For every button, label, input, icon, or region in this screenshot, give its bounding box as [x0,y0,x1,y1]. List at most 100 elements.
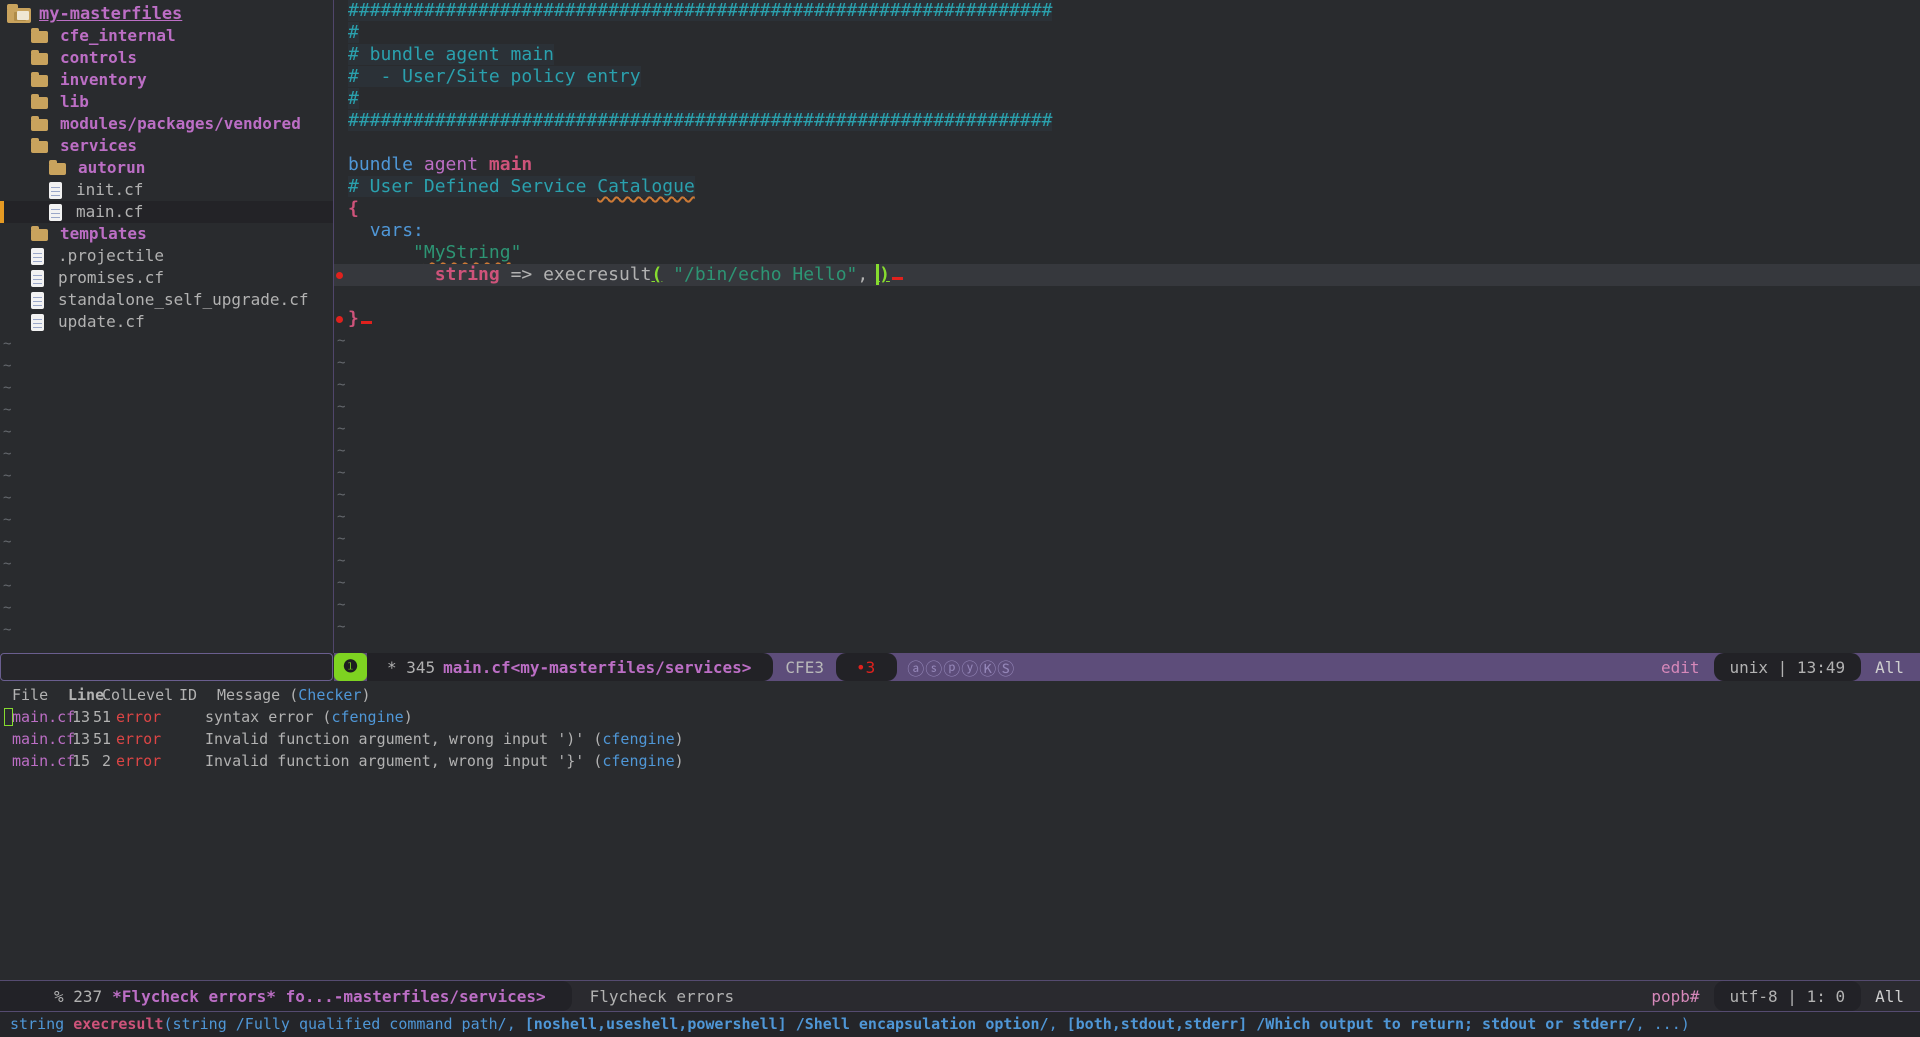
code-line-14[interactable] [334,286,1920,308]
code-token: ########################################… [348,0,1052,21]
empty-line-tilde: ~ [334,528,1920,550]
buffer-readonly-size: % 237 [54,987,102,1006]
open-folder-icon [7,8,31,23]
col-level: Level [128,684,179,706]
tree-item-label: inventory [60,69,147,91]
folder-icon [31,141,48,153]
message-text: Invalid function argument, wrong input '… [205,752,602,770]
flycheck-errors-list: FileLineColLevelIDMessage (Checker)main.… [0,681,1920,980]
empty-line-tilde: ~ [334,374,1920,396]
col-col: 51 [90,706,111,728]
tree-item-standalone-self-upgrade-cf[interactable]: standalone_self_upgrade.cf [0,289,333,311]
flycheck-error-row[interactable]: main.cf152errorInvalid function argument… [0,750,1920,772]
buffer-info-segment-2: % 237 *Flycheck errors* fo...-masterfiles… [0,981,572,1011]
code-line-8[interactable]: bundle agent main [334,154,1920,176]
empty-line-tilde: ~ [334,572,1920,594]
flycheck-error-row[interactable]: main.cf1351errorInvalid function argumen… [0,728,1920,750]
eldoc-signature-segment: (string /Fully qualified command path/, [164,1015,525,1033]
tree-item-label: cfe_internal [60,25,176,47]
code-line-13[interactable]: string => execresult( "/bin/echo Hello",… [334,264,1920,286]
code-line-4[interactable]: # - User/Site policy entry [334,66,1920,88]
tree-root-item[interactable]: my-masterfiles [0,3,333,25]
tree-item-autorun[interactable]: autorun [0,157,333,179]
error-count-segment[interactable]: •3 [836,653,897,681]
code-line-7[interactable] [334,132,1920,154]
tree-item-services[interactable]: services [0,135,333,157]
major-mode-label[interactable]: CFE3 [773,658,836,677]
code-line-1[interactable]: ########################################… [334,0,1920,22]
empty-line-tilde: ~ [0,619,333,641]
emacs-window: my-masterfilescfe_internalcontrolsinvent… [0,0,1920,1037]
message-text: Message ( [217,686,298,704]
code-token: ########################################… [348,110,1052,131]
empty-line-tilde: ~ [0,333,333,355]
code-line-6[interactable]: ########################################… [334,110,1920,132]
encoding-time: unix | 13:49 [1730,658,1846,677]
tree-item-controls[interactable]: controls [0,47,333,69]
window-number-badge[interactable]: ❶ [334,653,367,681]
code-line-11[interactable]: vars: [334,220,1920,242]
code-token: bundle [348,154,413,175]
tree-item-update-cf[interactable]: update.cf [0,311,333,333]
tree-item-modules-packages-vendored[interactable]: modules/packages/vendored [0,113,333,135]
empty-line-tilde: ~ [334,462,1920,484]
buffer-info-segment: * 345main.cf<my-masterfiles/services> [367,653,773,681]
buffer-name-2[interactable]: *Flycheck errors* fo...-masterfiles/serv… [112,987,545,1006]
popup-state-indicator: popb# [1651,987,1699,1006]
code-line-3[interactable]: # bundle agent main [334,44,1920,66]
code-line-10[interactable]: { [334,198,1920,220]
code-token: # [348,88,359,109]
flycheck-error-count[interactable]: •3 [856,658,875,677]
empty-line-tilde: ~ [334,418,1920,440]
buffer-name[interactable]: main.cf<my-masterfiles/services> [443,658,751,677]
minor-mode-icons[interactable]: ⓐⓢⓟⓨⓀⓈ [907,655,1015,680]
code-line-2[interactable]: # [334,22,1920,44]
modeline-inactive: ❷ % 237*Flycheck errors* fo...-masterfil… [0,980,1920,1012]
empty-line-tilde: ~ [0,531,333,553]
tree-item-main-cf[interactable]: main.cf [0,201,333,223]
folder-icon [31,75,48,87]
message-text: ) [404,708,413,726]
code-token [662,264,673,285]
encoding-position-segment[interactable]: utf-8 | 1: 0 [1714,981,1862,1011]
encoding-position: utf-8 | 1: 0 [1730,987,1846,1006]
code-token: # User Defined Service [348,176,597,197]
code-token: "/bin/echo Hello" [673,264,857,285]
tree-item-init-cf[interactable]: init.cf [0,179,333,201]
tree-item-inventory[interactable]: inventory [0,69,333,91]
code-editor-buffer[interactable]: ########################################… [334,0,1920,653]
col-col: Col [102,684,123,706]
major-mode-label-2[interactable]: Flycheck errors [590,987,735,1006]
code-token: execresult [543,264,651,285]
tree-item-cfe-internal[interactable]: cfe_internal [0,25,333,47]
code-line-12[interactable]: "MyString" [334,242,1920,264]
eldoc-signature-segment: string [10,1015,73,1033]
file-tree-panel: my-masterfilescfe_internalcontrolsinvent… [0,0,333,653]
empty-line-tilde: ~ [0,487,333,509]
encoding-time-segment[interactable]: unix | 13:49 [1714,653,1862,681]
code-token: " [413,242,424,263]
tree-item-label: init.cf [76,179,143,201]
tree-item-lib[interactable]: lib [0,91,333,113]
tree-item-label: standalone_self_upgrade.cf [58,289,308,311]
message-text: Invalid function argument, wrong input '… [205,730,602,748]
checker-name: cfengine [331,708,403,726]
tree-item--projectile[interactable]: .projectile [0,245,333,267]
tree-item-promises-cf[interactable]: promises.cf [0,267,333,289]
empty-line-tilde: ~ [334,550,1920,572]
code-line-5[interactable]: # [334,88,1920,110]
folder-icon [31,31,48,43]
code-line-9[interactable]: # User Defined Service Catalogue [334,176,1920,198]
modeline-active: ❶ * 345main.cf<my-masterfiles/services> … [334,653,1920,681]
empty-line-tilde: ~ [0,443,333,465]
message-text: syntax error ( [205,708,331,726]
flycheck-error-row[interactable]: main.cf1351errorsyntax error (cfengine) [0,706,1920,728]
code-line-15[interactable]: } [334,308,1920,330]
tree-item-label: modules/packages/vendored [60,113,301,135]
file-icon [49,204,62,221]
tree-item-label: templates [60,223,147,245]
folder-icon [49,163,66,175]
folder-icon [31,97,48,109]
tree-item-templates[interactable]: templates [0,223,333,245]
empty-line-tilde: ~ [334,352,1920,374]
